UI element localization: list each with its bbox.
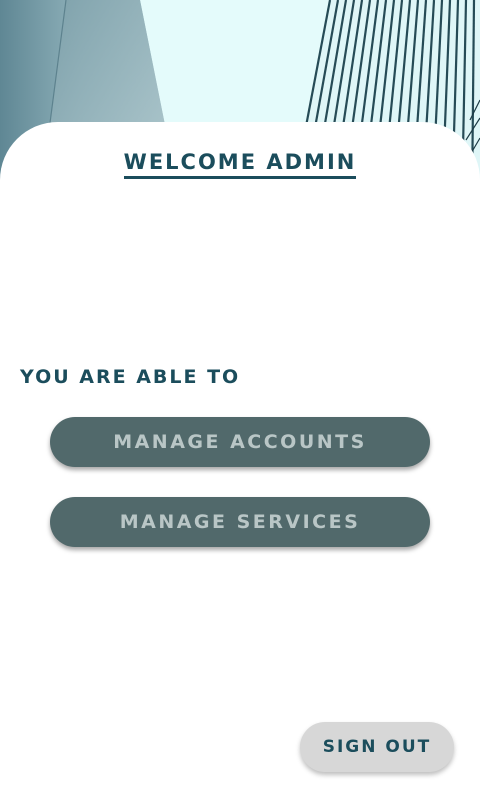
manage-services-button[interactable]: MANAGE SERVICES — [50, 497, 430, 547]
manage-accounts-button[interactable]: MANAGE ACCOUNTS — [50, 417, 430, 467]
page-title-text: WELCOME ADMIN — [123, 150, 357, 179]
admin-home-screen: WELCOME ADMIN YOU ARE ABLE TO MANAGE ACC… — [0, 0, 480, 800]
section-label: YOU ARE ABLE TO — [20, 366, 241, 388]
sign-out-button[interactable]: SIGN OUT — [300, 722, 454, 772]
page-title: WELCOME ADMIN — [0, 150, 480, 179]
